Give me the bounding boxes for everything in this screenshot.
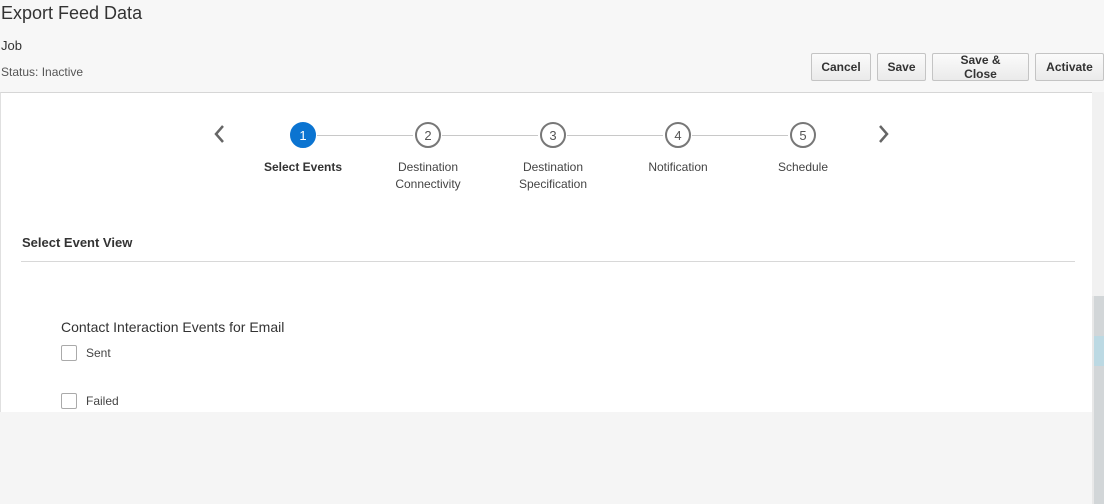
step-2-indicator[interactable]: 2 <box>415 122 441 148</box>
step-3-indicator[interactable]: 3 <box>540 122 566 148</box>
step-5-label[interactable]: Schedule <box>733 159 873 176</box>
save-close-button[interactable]: Save & Close <box>932 53 1029 81</box>
step-2-label[interactable]: Destination Connectivity <box>358 159 498 193</box>
failed-checkbox-label: Failed <box>86 394 119 408</box>
page-title: Export Feed Data <box>1 3 143 23</box>
step-1-label[interactable]: Select Events <box>233 159 373 176</box>
toolbar: Cancel Save Save & Close Activate <box>811 53 1104 81</box>
step-1-indicator[interactable]: 1 <box>290 122 316 148</box>
scrollbar-thumb[interactable] <box>1092 296 1104 504</box>
chevron-left-icon[interactable] <box>213 124 225 147</box>
step-3-label-line1: Destination <box>522 160 584 174</box>
step-2-label-line2: Connectivity <box>395 177 461 191</box>
section-title: Select Event View <box>22 235 133 250</box>
event-group-title: Contact Interaction Events for Email <box>61 319 285 335</box>
activate-button[interactable]: Activate <box>1035 53 1104 81</box>
step-3-label-line2: Specification <box>518 177 588 191</box>
step-2-label-line1: Destination <box>397 160 459 174</box>
step-connector <box>442 135 538 136</box>
step-connector <box>317 135 413 136</box>
cancel-button[interactable]: Cancel <box>811 53 871 81</box>
checkbox-row-sent[interactable]: Sent <box>61 345 111 361</box>
sent-checkbox-label: Sent <box>86 346 111 360</box>
step-4-indicator[interactable]: 4 <box>665 122 691 148</box>
status-text: Status: Inactive <box>1 65 84 79</box>
failed-checkbox[interactable] <box>61 393 77 409</box>
step-connector <box>567 135 663 136</box>
step-connector <box>692 135 788 136</box>
step-1-label-line1: Select Events <box>263 160 343 174</box>
step-3-label[interactable]: Destination Specification <box>483 159 623 193</box>
page-header: Export Feed Data Job Status: Inactive Ca… <box>0 0 1104 92</box>
step-4-label-line1: Notification <box>648 160 708 174</box>
page-subtitle: Job <box>1 38 22 53</box>
step-4-label[interactable]: Notification <box>608 159 748 176</box>
sent-checkbox[interactable] <box>61 345 77 361</box>
checkbox-row-failed[interactable]: Failed <box>61 393 119 409</box>
section-divider <box>21 261 1075 262</box>
scrollbar[interactable] <box>1092 92 1104 504</box>
step-5-indicator[interactable]: 5 <box>790 122 816 148</box>
step-5-label-line1: Schedule <box>777 160 829 174</box>
save-button[interactable]: Save <box>877 53 926 81</box>
chevron-right-icon[interactable] <box>878 124 890 147</box>
